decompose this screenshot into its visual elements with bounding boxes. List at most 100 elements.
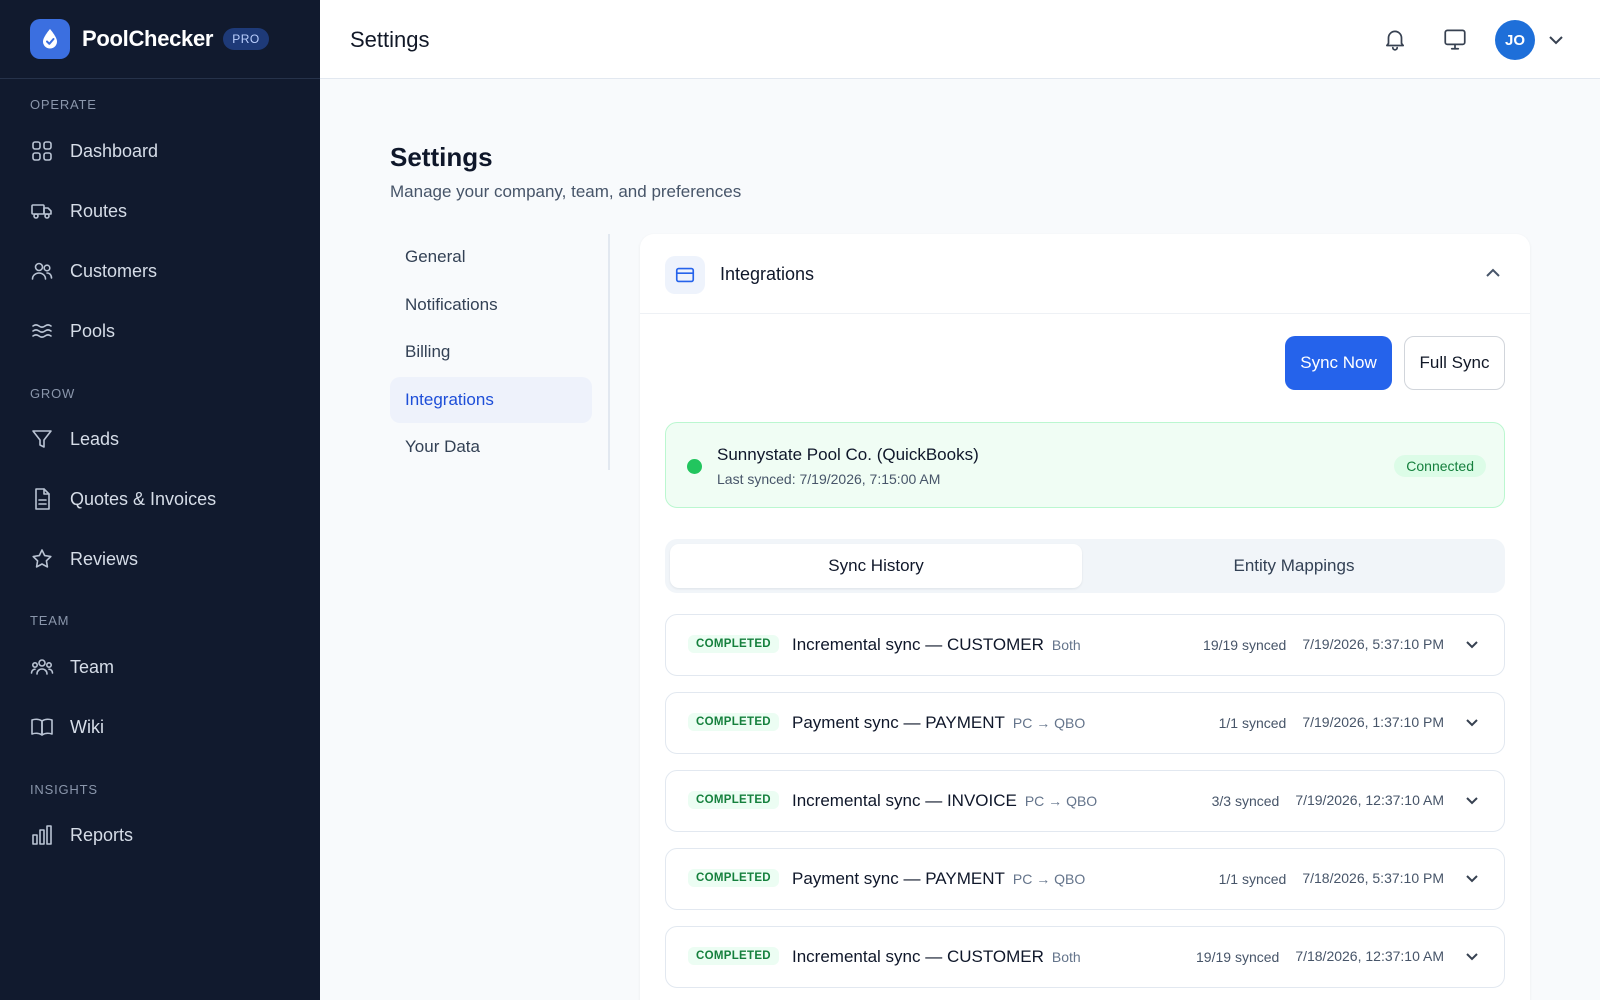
- tab-entity-mappings[interactable]: Entity Mappings: [1088, 544, 1500, 588]
- integrations-panel: Integrations Sync Now Full Sync Sunnysta…: [640, 234, 1530, 1000]
- chevron-up-icon: [1486, 268, 1500, 277]
- chevron-down-icon[interactable]: [1464, 714, 1480, 730]
- sidebar-item-reports[interactable]: Reports: [30, 820, 133, 850]
- sidebar-item-leads[interactable]: Leads: [30, 424, 119, 454]
- chevron-down-icon[interactable]: [1464, 792, 1480, 808]
- collapse-button[interactable]: [1482, 262, 1504, 284]
- sidebar-item-customers[interactable]: Customers: [30, 256, 157, 286]
- integration-tabs: Sync History Entity Mappings: [665, 539, 1505, 593]
- sidebar-item-wiki[interactable]: Wiki: [30, 712, 104, 742]
- row-title: Incremental sync — CUSTOMER Both: [792, 947, 1081, 967]
- table-row[interactable]: COMPLETED Incremental sync — CUSTOMER Bot…: [665, 614, 1505, 676]
- full-sync-button[interactable]: Full Sync: [1404, 336, 1505, 390]
- row-meta: 1/1 synced 7/19/2026, 1:37:10 PM: [1219, 713, 1480, 731]
- team-icon: [30, 659, 54, 675]
- grid-icon: [32, 141, 52, 161]
- row-title-text: Payment sync — PAYMENT: [792, 713, 1005, 732]
- tab-sync-history[interactable]: Sync History: [670, 544, 1082, 588]
- sidebar-item-label: Pools: [70, 320, 116, 341]
- row-time: 7/19/2026, 5:37:10 PM: [1302, 636, 1444, 652]
- status-badge: COMPLETED: [688, 791, 779, 809]
- sidebar-item-label: Customers: [70, 260, 158, 281]
- settings-nav-general[interactable]: General: [390, 234, 592, 280]
- sync-history-list: COMPLETED Incremental sync — CUSTOMER Bot…: [665, 614, 1505, 1000]
- page-title: Settings: [390, 142, 493, 172]
- row-meta: 19/19 synced 7/18/2026, 12:37:10 AM: [1196, 947, 1480, 965]
- row-title: Payment sync — PAYMENT PC → QBO: [792, 869, 1085, 889]
- row-count: 19/19 synced: [1196, 949, 1280, 965]
- chevron-down-icon[interactable]: [1464, 870, 1480, 886]
- row-title-text: Incremental sync — CUSTOMER: [792, 947, 1044, 966]
- display-button[interactable]: [1442, 26, 1468, 52]
- table-row[interactable]: COMPLETED Payment sync — PAYMENT PC → QBO…: [665, 692, 1505, 754]
- row-direction: Both: [1051, 637, 1081, 653]
- row-time: 7/18/2026, 12:37:10 AM: [1295, 948, 1444, 964]
- brand-name: PoolChecker: [82, 26, 214, 51]
- page-subtitle: Manage your company, team, and preferenc…: [390, 182, 742, 201]
- sidebar-item-label: Quotes & Invoices: [70, 488, 217, 509]
- sidebar-item-label: Team: [70, 656, 115, 677]
- sidebar-item-quotes-invoices[interactable]: Quotes & Invoices: [30, 484, 216, 514]
- status-badge: COMPLETED: [688, 869, 779, 887]
- table-row[interactable]: COMPLETED Payment sync — PAYMENT PC → QBO…: [665, 848, 1505, 910]
- book-icon: [31, 718, 53, 736]
- row-direction: PC → QBO: [1024, 793, 1098, 809]
- sidebar-item-dashboard[interactable]: Dashboard: [30, 136, 158, 166]
- bar-chart-icon: [32, 825, 52, 845]
- last-synced: Last synced: 7/19/2026, 7:15:00 AM: [717, 471, 941, 487]
- sidebar-item-team[interactable]: Team: [30, 652, 114, 682]
- settings-nav-billing[interactable]: Billing: [390, 329, 592, 375]
- sidebar-item-label: Leads: [70, 428, 120, 449]
- account-menu-toggle[interactable]: [1546, 30, 1566, 50]
- bell-icon: [1386, 30, 1404, 51]
- avatar[interactable]: JO: [1495, 20, 1535, 60]
- status-badge: COMPLETED: [688, 947, 779, 965]
- sync-now-button[interactable]: Sync Now: [1285, 336, 1392, 390]
- credit-card-icon: [665, 256, 705, 294]
- row-direction: PC → QBO: [1012, 715, 1086, 731]
- truck-icon: [31, 204, 52, 219]
- nav-section-team: TEAM: [30, 613, 70, 628]
- sidebar: PoolChecker PRO OPERATE Dashboard Routes…: [0, 0, 320, 1000]
- chevron-down-icon[interactable]: [1464, 948, 1480, 964]
- sidebar-item-pools[interactable]: Pools: [30, 316, 115, 346]
- status-badge: COMPLETED: [688, 713, 779, 731]
- integrations-panel-title: Integrations: [720, 264, 815, 284]
- row-meta: 19/19 synced 7/19/2026, 5:37:10 PM: [1203, 635, 1480, 653]
- chevron-down-icon[interactable]: [1464, 636, 1480, 652]
- row-title-text: Incremental sync — CUSTOMER: [792, 635, 1044, 654]
- row-direction: PC → QBO: [1012, 871, 1086, 887]
- brand[interactable]: PoolChecker PRO: [0, 0, 320, 79]
- row-title: Incremental sync — CUSTOMER Both: [792, 635, 1081, 655]
- sidebar-item-reviews[interactable]: Reviews: [30, 544, 138, 574]
- row-time: 7/18/2026, 5:37:10 PM: [1302, 870, 1444, 886]
- settings-nav-notifications[interactable]: Notifications: [390, 282, 592, 328]
- row-count: 1/1 synced: [1218, 715, 1287, 731]
- settings-nav-integrations[interactable]: Integrations: [390, 377, 592, 423]
- status-badge: Connected: [1394, 455, 1486, 477]
- row-time: 7/19/2026, 12:37:10 AM: [1295, 792, 1444, 808]
- nav-section-operate: OPERATE: [30, 97, 97, 112]
- monitor-icon: [1444, 29, 1466, 50]
- table-row[interactable]: COMPLETED Incremental sync — INVOICE PC →…: [665, 770, 1505, 832]
- row-count: 19/19 synced: [1203, 637, 1287, 653]
- nav-section-insights: INSIGHTS: [30, 782, 98, 797]
- row-title-text: Incremental sync — INVOICE: [792, 791, 1017, 810]
- row-meta: 1/1 synced 7/18/2026, 5:37:10 PM: [1219, 869, 1480, 887]
- connection-card: Sunnystate Pool Co. (QuickBooks) Last sy…: [665, 422, 1505, 508]
- sidebar-item-routes[interactable]: Routes: [30, 196, 127, 226]
- star-icon: [32, 549, 52, 568]
- topbar: Settings JO: [320, 0, 1600, 79]
- nav-section-grow: GROW: [30, 386, 76, 401]
- row-direction: Both: [1051, 949, 1081, 965]
- connection-name: Sunnystate Pool Co. (QuickBooks): [717, 445, 979, 464]
- status-badge: COMPLETED: [688, 635, 779, 653]
- settings-nav-your-data[interactable]: Your Data: [390, 424, 592, 470]
- table-row[interactable]: COMPLETED Incremental sync — CUSTOMER Bot…: [665, 926, 1505, 988]
- settings-nav: General Notifications Billing Integratio…: [390, 234, 610, 470]
- sidebar-item-label: Dashboard: [70, 140, 159, 161]
- row-count: 3/3 synced: [1211, 793, 1280, 809]
- integrations-panel-header[interactable]: Integrations: [640, 234, 1530, 314]
- waves-icon: [32, 324, 52, 338]
- notifications-button[interactable]: [1382, 26, 1408, 52]
